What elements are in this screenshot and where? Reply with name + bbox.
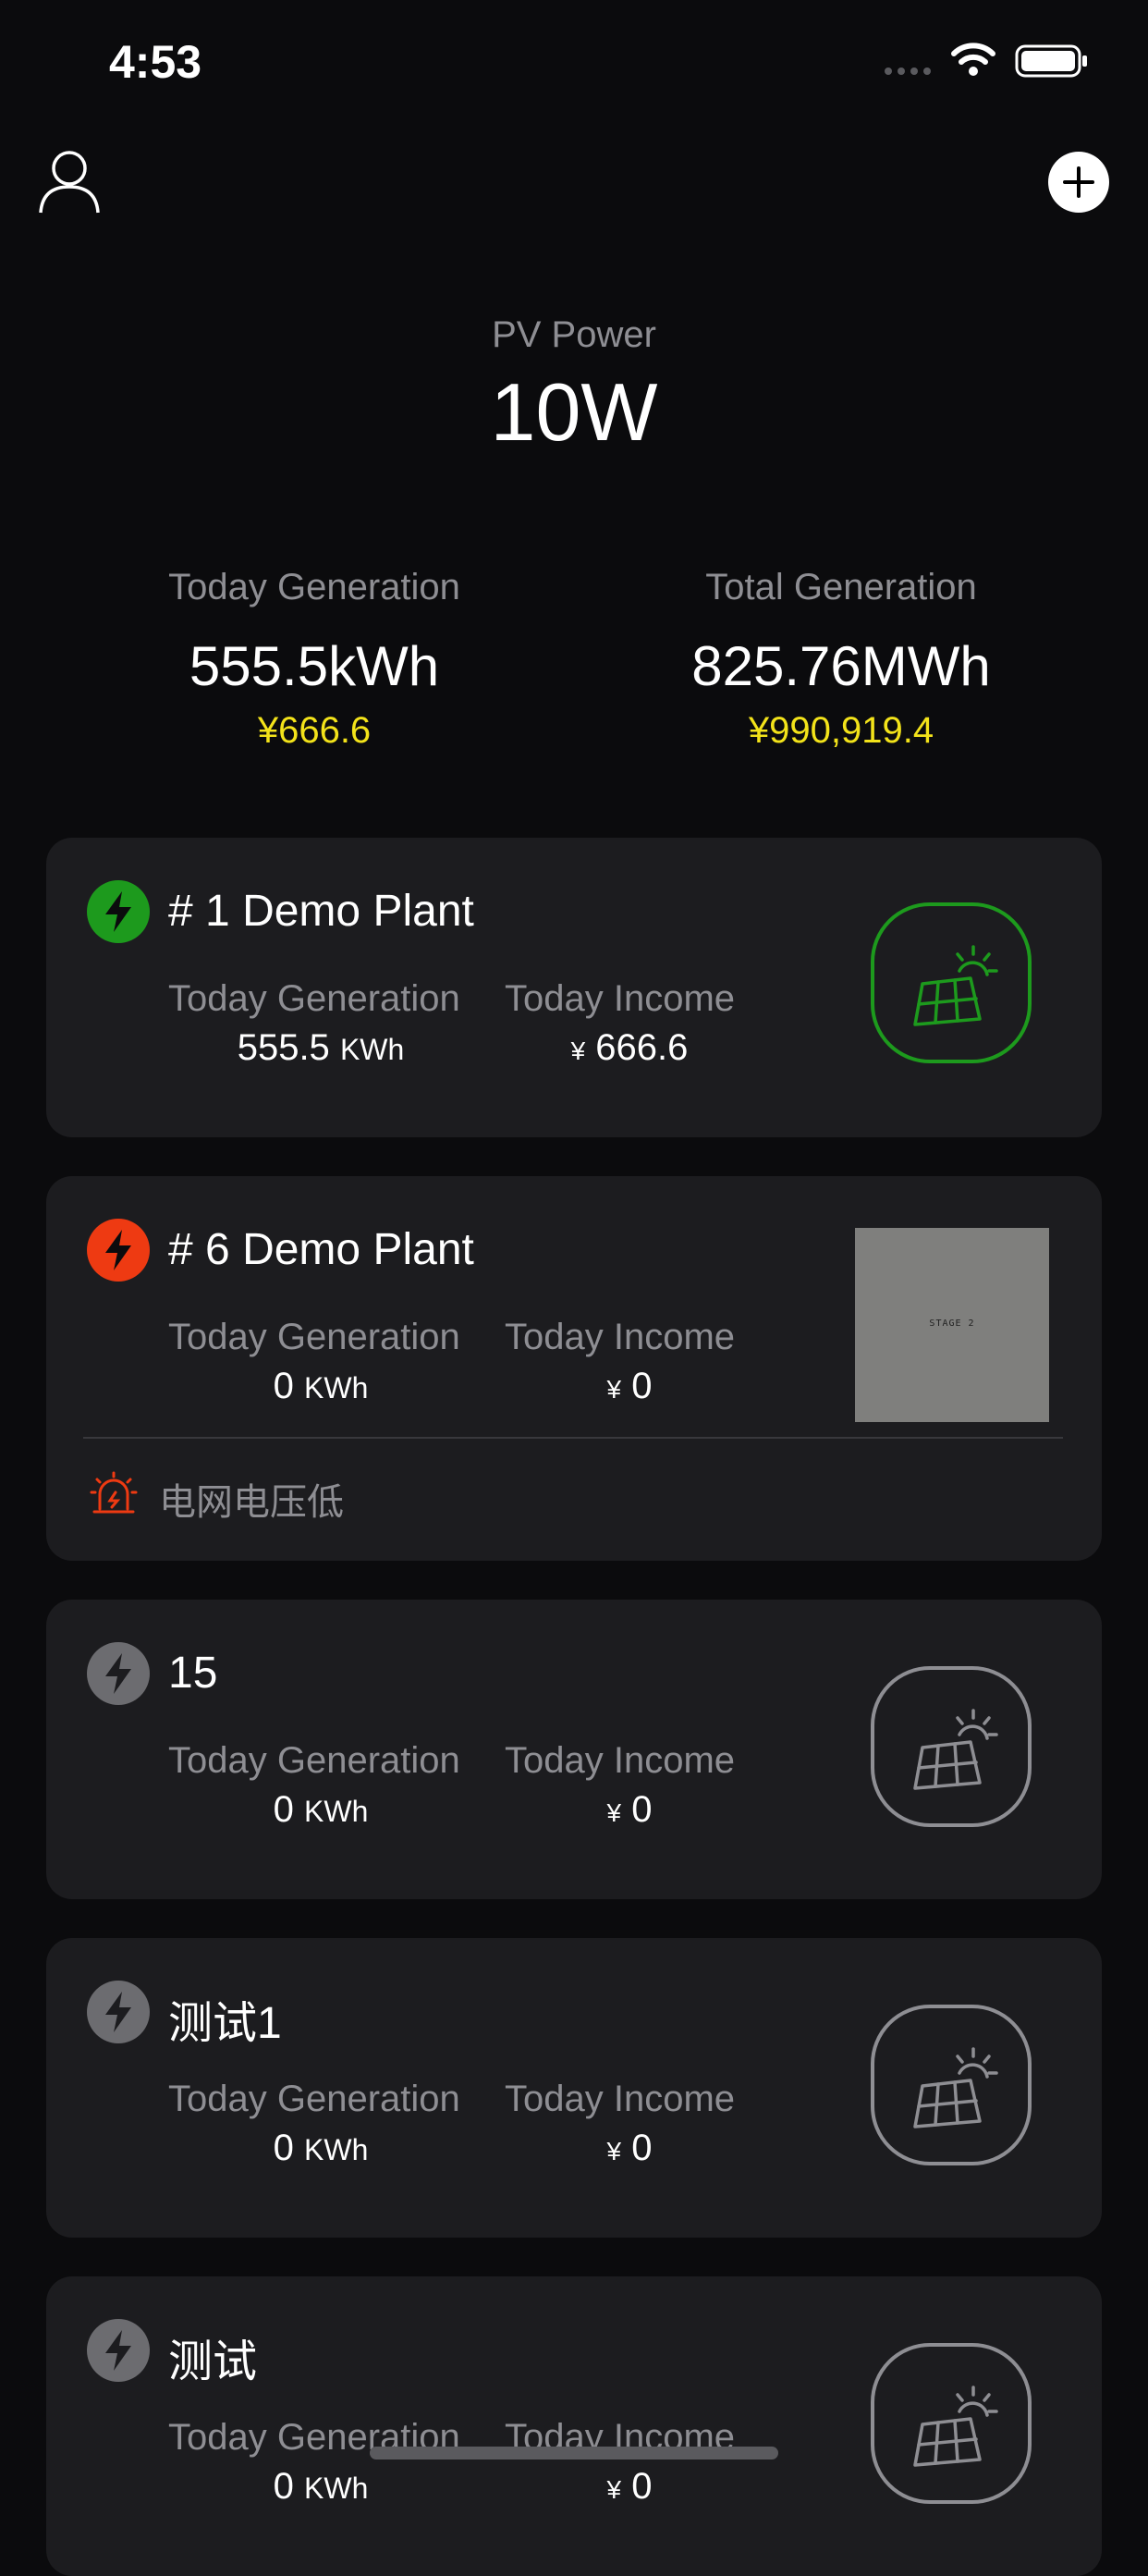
- today-income-label: Today Income: [505, 978, 736, 1019]
- today-generation-label: Today Generation: [168, 567, 460, 607]
- plant-card[interactable]: # 6 Demo Plant Today Generation Today In…: [46, 1176, 1102, 1561]
- plant-status-icon: [87, 880, 150, 943]
- plant-title: # 1 Demo Plant: [168, 887, 474, 936]
- plant-status-icon: [87, 1642, 150, 1705]
- plant-income: ¥ 666.6: [570, 1027, 689, 1068]
- solar-panel-icon: [871, 2005, 1032, 2165]
- plant-title: 15: [168, 1649, 218, 1698]
- plant-title: 测试1: [168, 1999, 282, 2048]
- status-time: 4:53: [109, 36, 202, 88]
- today-income-value: ¥666.6: [257, 710, 372, 751]
- plant-status-icon: [87, 1219, 150, 1282]
- plant-status-icon: [87, 2319, 150, 2382]
- total-income-value: ¥990,919.4: [748, 710, 934, 751]
- add-plant-button[interactable]: [1048, 152, 1109, 213]
- profile-icon[interactable]: [37, 148, 102, 215]
- plant-generation: 555.5 KWh: [237, 1027, 405, 1068]
- solar-panel-icon: [871, 2343, 1032, 2504]
- home-indicator[interactable]: [370, 2447, 778, 2459]
- plant-income: ¥ 0: [606, 2466, 653, 2507]
- alarm-icon: [90, 1471, 138, 1514]
- plant-card[interactable]: # 1 Demo Plant Today Generation Today In…: [46, 838, 1102, 1137]
- plant-income: ¥ 0: [606, 1789, 653, 1830]
- plant-title: 测试: [168, 2337, 258, 2386]
- plant-income: ¥ 0: [606, 2128, 653, 2168]
- battery-icon: [1015, 44, 1087, 78]
- solar-panel-icon: [871, 1666, 1032, 1827]
- plant-generation: 0 KWh: [273, 2128, 369, 2168]
- today-generation-label: Today Generation: [168, 1740, 460, 1781]
- today-generation-value: 555.5kWh: [189, 635, 440, 697]
- plant-card[interactable]: 15 Today Generation Today Income 0 KWh ¥…: [46, 1600, 1102, 1899]
- pv-power-value: 10W: [490, 366, 658, 458]
- total-generation-value: 825.76MWh: [691, 635, 991, 697]
- plant-image-text: STAGE 2: [929, 1319, 975, 1329]
- today-generation-label: Today Generation: [168, 2079, 460, 2119]
- today-income-label: Today Income: [505, 1317, 736, 1357]
- plant-generation: 0 KWh: [273, 2466, 369, 2507]
- total-generation-label: Total Generation: [705, 567, 977, 607]
- plant-card[interactable]: 测试 Today Generation Today Income 0 KWh ¥…: [46, 2276, 1102, 2576]
- today-income-label: Today Income: [505, 1740, 736, 1781]
- today-income-label: Today Income: [505, 2079, 736, 2119]
- plant-status-icon: [87, 1981, 150, 2043]
- plant-title: # 6 Demo Plant: [168, 1225, 474, 1274]
- plant-card[interactable]: 测试1 Today Generation Today Income 0 KWh …: [46, 1938, 1102, 2238]
- divider: [83, 1437, 1063, 1439]
- alarm-message: 电网电压低: [159, 1482, 344, 1523]
- plant-generation: 0 KWh: [273, 1366, 369, 1406]
- plant-generation: 0 KWh: [273, 1789, 369, 1830]
- cellular-signal-icon: [885, 67, 931, 75]
- wifi-icon: [951, 43, 995, 76]
- today-generation-label: Today Generation: [168, 1317, 460, 1357]
- plant-image: STAGE 2: [855, 1228, 1049, 1422]
- solar-panel-icon: [871, 902, 1032, 1063]
- pv-power-label: PV Power: [492, 314, 656, 355]
- plant-income: ¥ 0: [606, 1366, 653, 1406]
- today-generation-label: Today Generation: [168, 978, 460, 1019]
